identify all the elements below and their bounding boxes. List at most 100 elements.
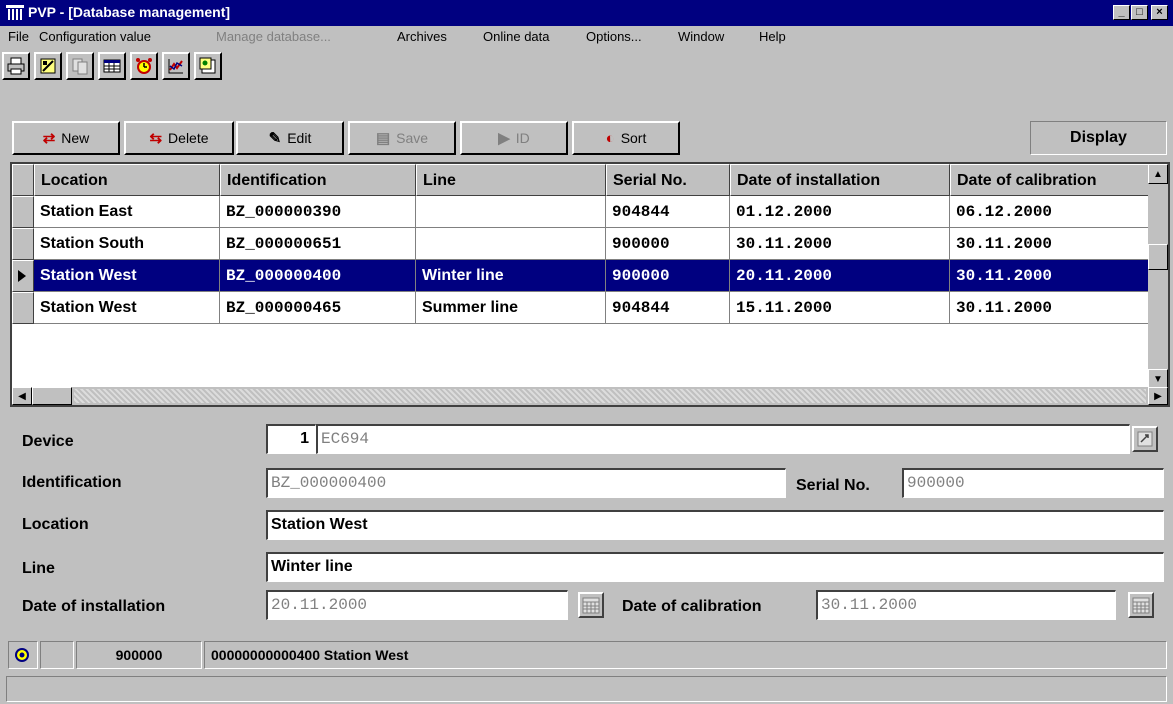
device-edit-button[interactable] [34,52,62,80]
print-button[interactable] [2,52,30,80]
table-cell[interactable]: 30.11.2000 [950,228,1150,260]
column-header-serial-no[interactable]: Serial No. [606,164,730,196]
minimize-icon: _ [1118,6,1125,18]
column-header-location[interactable]: Location [34,164,220,196]
table-cell[interactable]: 900000 [606,228,730,260]
identification-label: Identification [22,474,122,491]
status-identifier: 00000000000400 [211,647,321,663]
table-cell[interactable]: 904844 [606,196,730,228]
table-cell[interactable]: 15.11.2000 [730,292,950,324]
table-cell[interactable]: Station South [34,228,220,260]
table-icon [103,59,121,73]
table-cell[interactable]: 900000 [606,260,730,292]
menu-archives[interactable]: Archives [397,29,447,44]
arrow-down-icon: ▼ [1153,373,1163,385]
table-cell[interactable] [416,196,606,228]
table-cell[interactable]: 30.11.2000 [730,228,950,260]
menu-configuration-value[interactable]: Configuration value [39,29,151,44]
device-edit-icon [40,58,56,74]
scroll-down-button[interactable]: ▼ [1148,369,1168,389]
table-cell[interactable]: 904844 [606,292,730,324]
table-cell[interactable]: 30.11.2000 [950,260,1150,292]
table-cell[interactable]: BZ_000000465 [220,292,416,324]
row-selector-current[interactable] [12,260,34,292]
close-icon: × [1156,6,1163,18]
row-selector[interactable] [12,228,34,260]
id-button-label: ID [515,130,530,146]
status-panel-empty [40,641,74,669]
table-cell[interactable]: Station West [34,260,220,292]
column-header-date-of-calibration[interactable]: Date of calibration [950,164,1150,196]
save-button[interactable]: ▤ Save [348,121,456,155]
column-header-line[interactable]: Line [416,164,606,196]
header-corner [12,164,34,196]
chart-button[interactable] [162,52,190,80]
table-cell[interactable]: Summer line [416,292,606,324]
device-select-icon [1137,431,1153,447]
menu-manage-database[interactable]: Manage database... [216,29,331,44]
window-title: PVP - [Database management] [28,4,231,20]
menu-window[interactable]: Window [678,29,724,44]
device-select-button[interactable] [1132,426,1158,452]
horizontal-scroll-thumb[interactable] [32,387,72,405]
date-of-installation-field[interactable]: 20.11.2000 [266,590,568,620]
arrow-up-icon: ▲ [1153,168,1163,180]
maximize-button[interactable]: □ [1131,5,1148,20]
identification-field[interactable]: BZ_000000400 [266,468,786,498]
menu-help[interactable]: Help [759,29,786,44]
date-of-calibration-field[interactable]: 30.11.2000 [816,590,1116,620]
id-button[interactable]: ▶ ID [460,121,568,155]
menu-file[interactable]: File [8,29,29,44]
row-selector[interactable] [12,292,34,324]
scroll-left-button[interactable]: ◀ [12,387,32,405]
row-selector[interactable] [12,196,34,228]
serial-no-field[interactable]: 900000 [902,468,1164,498]
arrow-right-icon: ▶ [1154,390,1162,402]
new-button[interactable]: ⇄ New [12,121,120,155]
installation-calendar-button[interactable] [578,592,604,618]
database-grid[interactable]: Location Identification Line Serial No. … [10,162,1170,407]
maximize-icon: □ [1136,6,1143,18]
alarm-clock-icon [136,58,152,74]
table-cell[interactable]: Station West [34,292,220,324]
minimize-button[interactable]: _ [1113,5,1130,20]
vertical-scroll-thumb[interactable] [1148,244,1168,270]
scroll-up-button[interactable]: ▲ [1148,164,1168,184]
device-field[interactable]: EC694 [316,424,1130,454]
scroll-right-button[interactable]: ▶ [1148,387,1168,405]
calibration-calendar-button[interactable] [1128,592,1154,618]
display-mode-label: Display [1030,121,1167,155]
device-number-field[interactable]: 1 [266,424,316,454]
table-cell[interactable]: 20.11.2000 [730,260,950,292]
menu-options[interactable]: Options... [586,29,642,44]
location-field[interactable]: Station West [266,510,1164,540]
edit-button[interactable]: ✎ Edit [236,121,344,155]
line-field[interactable]: Winter line [266,552,1164,582]
archive-button[interactable] [194,52,222,80]
table-cell[interactable]: BZ_000000400 [220,260,416,292]
printer-icon [7,57,25,75]
table-cell[interactable] [416,228,606,260]
table-cell[interactable]: 06.12.2000 [950,196,1150,228]
copy-button[interactable] [66,52,94,80]
column-header-identification[interactable]: Identification [220,164,416,196]
column-header-date-of-installation[interactable]: Date of installation [730,164,950,196]
horizontal-scrollbar[interactable]: ◀ ▶ [12,387,1168,405]
close-button[interactable]: × [1151,5,1168,20]
table-cell[interactable]: Winter line [416,260,606,292]
table-cell[interactable]: 30.11.2000 [950,292,1150,324]
delete-button[interactable]: ⇆ Delete [124,121,234,155]
sort-button[interactable]: ◐ Sort [572,121,680,155]
horizontal-scroll-track[interactable] [74,389,1146,403]
vertical-scrollbar[interactable]: ▲ ▼ [1148,164,1168,391]
delete-button-label: Delete [168,130,209,146]
table-cell[interactable]: BZ_000000651 [220,228,416,260]
serial-no-label: Serial No. [796,477,870,494]
alarm-button[interactable] [130,52,158,80]
table-button[interactable] [98,52,126,80]
table-cell[interactable]: 01.12.2000 [730,196,950,228]
archive-icon [199,57,216,74]
menu-online-data[interactable]: Online data [483,29,550,44]
table-cell[interactable]: Station East [34,196,220,228]
table-cell[interactable]: BZ_000000390 [220,196,416,228]
